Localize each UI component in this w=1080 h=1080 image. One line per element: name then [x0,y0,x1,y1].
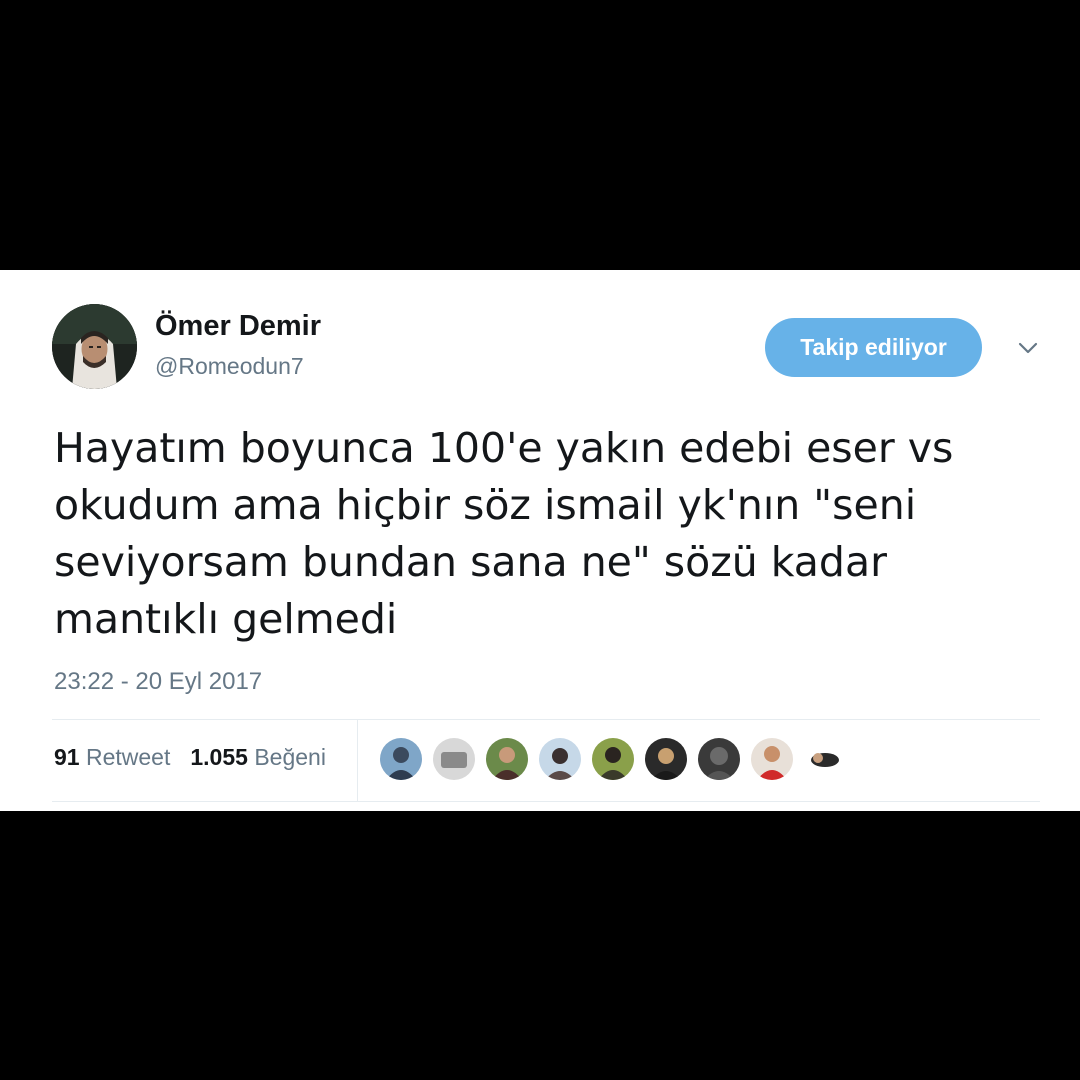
liker-avatar[interactable] [644,737,688,781]
author-avatar[interactable] [52,304,137,389]
divider [52,719,1040,720]
author-handle[interactable]: @Romeodun7 [155,353,304,380]
author-name[interactable]: Ömer Demir [155,310,321,343]
liker-avatar[interactable] [485,737,529,781]
following-button[interactable]: Takip ediliyor [765,318,982,377]
liker-avatar[interactable] [591,737,635,781]
chevron-down-icon[interactable] [1012,336,1044,360]
liker-avatars [379,737,856,783]
retweet-stat[interactable]: 91 Retweet [54,744,170,771]
retweet-label: Retweet [85,744,171,770]
like-count: 1.055 [190,744,248,770]
liker-avatar[interactable] [697,737,741,781]
liker-avatar[interactable] [432,737,476,781]
liker-avatar[interactable] [379,737,423,781]
tweet-text: Hayatım boyunca 100'e yakın edebi eser v… [54,424,954,643]
liker-avatar[interactable] [750,737,794,781]
tweet-card: Ömer Demir @Romeodun7 Takip ediliyor Hay… [0,270,1080,811]
like-label: Beğeni [254,744,326,770]
liker-avatar[interactable] [538,737,582,781]
stats-separator [357,720,358,801]
tweet-stats: 91 Retweet 1.055 Beğeni [54,744,326,771]
tweet-timestamp[interactable]: 23:22 - 20 Eyl 2017 [54,668,262,696]
liker-avatar[interactable] [803,737,847,781]
retweet-count: 91 [54,744,80,770]
like-stat[interactable]: 1.055 Beğeni [190,744,326,771]
divider [52,801,1040,802]
